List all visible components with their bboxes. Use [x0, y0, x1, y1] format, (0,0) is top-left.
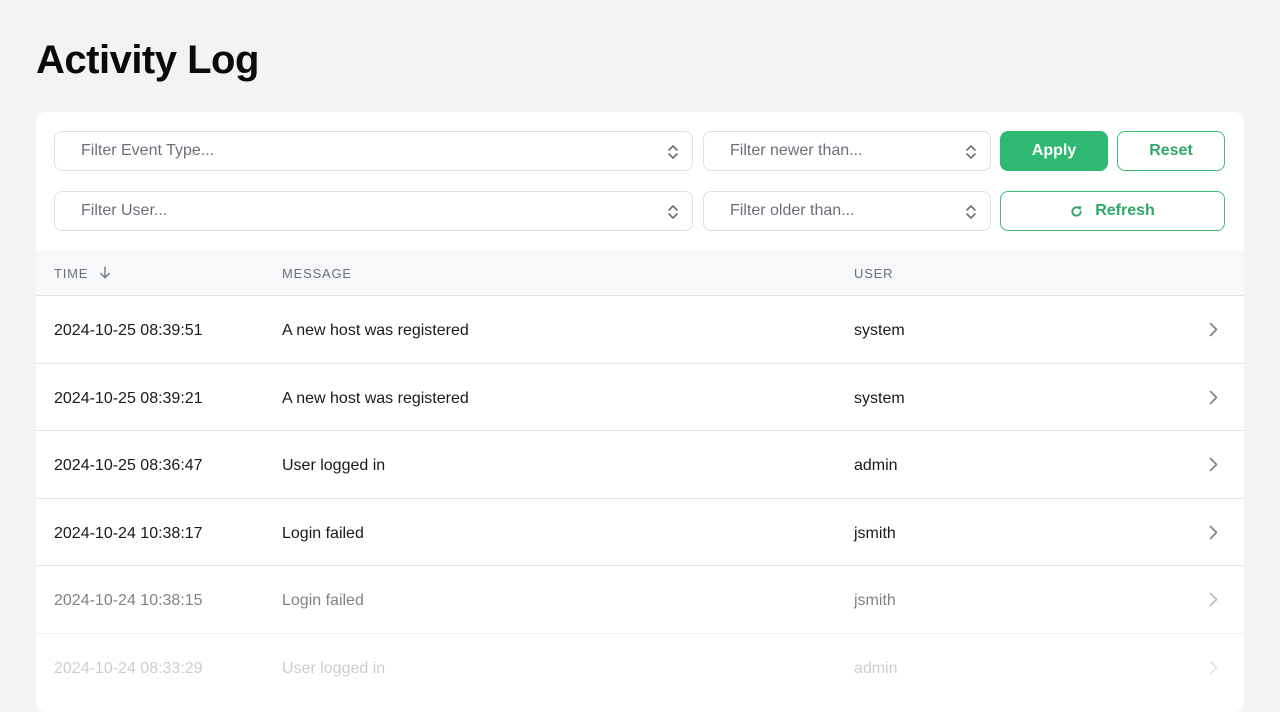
row-time: 2024-10-24 10:38:17: [54, 524, 203, 542]
row-user: jsmith: [854, 592, 896, 609]
row-message: User logged in: [282, 457, 386, 474]
newer-than-filter-placeholder: Filter newer than...: [730, 142, 863, 159]
column-header-user: USER: [854, 266, 894, 281]
event-type-filter-placeholder: Filter Event Type...: [81, 142, 215, 159]
chevron-right-icon[interactable]: [1209, 660, 1218, 675]
chevron-right-icon[interactable]: [1209, 322, 1218, 337]
row-user: system: [854, 389, 905, 407]
row-time: 2024-10-25 08:39:51: [54, 322, 203, 339]
table-header: TIME MESSAGE USER: [36, 250, 1244, 296]
row-message: A new host was registered: [282, 322, 469, 339]
user-filter[interactable]: Filter User...: [54, 191, 693, 231]
column-header-message: MESSAGE: [282, 266, 352, 281]
chevron-right-icon[interactable]: [1209, 525, 1218, 540]
older-than-filter-placeholder: Filter older than...: [730, 202, 855, 219]
older-than-filter[interactable]: Filter older than...: [703, 191, 991, 231]
refresh-button[interactable]: Refresh: [1000, 191, 1225, 231]
table-row[interactable]: 2024-10-25 08:39:21 A new host was regis…: [36, 364, 1244, 431]
row-time: 2024-10-24 08:33:29: [54, 659, 203, 677]
user-filter-placeholder: Filter User...: [81, 202, 168, 219]
activity-table-body: 2024-10-25 08:39:51 A new host was regis…: [36, 296, 1244, 701]
row-message: A new host was registered: [282, 389, 469, 407]
chevron-up-down-icon: [966, 205, 976, 219]
table-row[interactable]: 2024-10-25 08:36:47 User logged in admin: [36, 431, 1244, 499]
chevron-up-down-icon: [668, 205, 678, 219]
table-row[interactable]: 2024-10-24 08:33:29 User logged in admin: [36, 634, 1244, 702]
row-user: admin: [854, 457, 898, 474]
table-row[interactable]: 2024-10-24 10:38:17 Login failed jsmith: [36, 499, 1244, 566]
table-row[interactable]: 2024-10-25 08:39:51 A new host was regis…: [36, 296, 1244, 364]
row-user: system: [854, 322, 905, 339]
event-type-filter[interactable]: Filter Event Type...: [54, 131, 693, 171]
refresh-button-label: Refresh: [1095, 202, 1155, 219]
activity-log-card: Filter Event Type... Filter newer than..…: [36, 112, 1244, 712]
page-title: Activity Log: [36, 38, 259, 82]
row-user: jsmith: [854, 524, 896, 542]
chevron-up-down-icon: [966, 145, 976, 159]
chevron-up-down-icon: [668, 145, 678, 159]
chevron-right-icon[interactable]: [1209, 457, 1218, 472]
row-time: 2024-10-25 08:39:21: [54, 389, 203, 407]
row-message: Login failed: [282, 592, 364, 609]
row-message: User logged in: [282, 659, 386, 677]
table-row[interactable]: 2024-10-24 10:38:15 Login failed jsmith: [36, 566, 1244, 634]
row-message: Login failed: [282, 524, 364, 542]
row-time: 2024-10-25 08:36:47: [54, 457, 203, 474]
reset-button[interactable]: Reset: [1117, 131, 1225, 171]
column-header-time[interactable]: TIME: [54, 266, 111, 281]
row-time: 2024-10-24 10:38:15: [54, 592, 203, 609]
chevron-right-icon[interactable]: [1209, 592, 1218, 607]
column-header-time-label: TIME: [54, 266, 89, 281]
apply-button[interactable]: Apply: [1000, 131, 1108, 171]
newer-than-filter[interactable]: Filter newer than...: [703, 131, 991, 171]
refresh-icon: [1071, 205, 1082, 217]
chevron-right-icon[interactable]: [1209, 390, 1218, 405]
row-user: admin: [854, 659, 898, 677]
arrow-down-icon: [99, 266, 110, 279]
